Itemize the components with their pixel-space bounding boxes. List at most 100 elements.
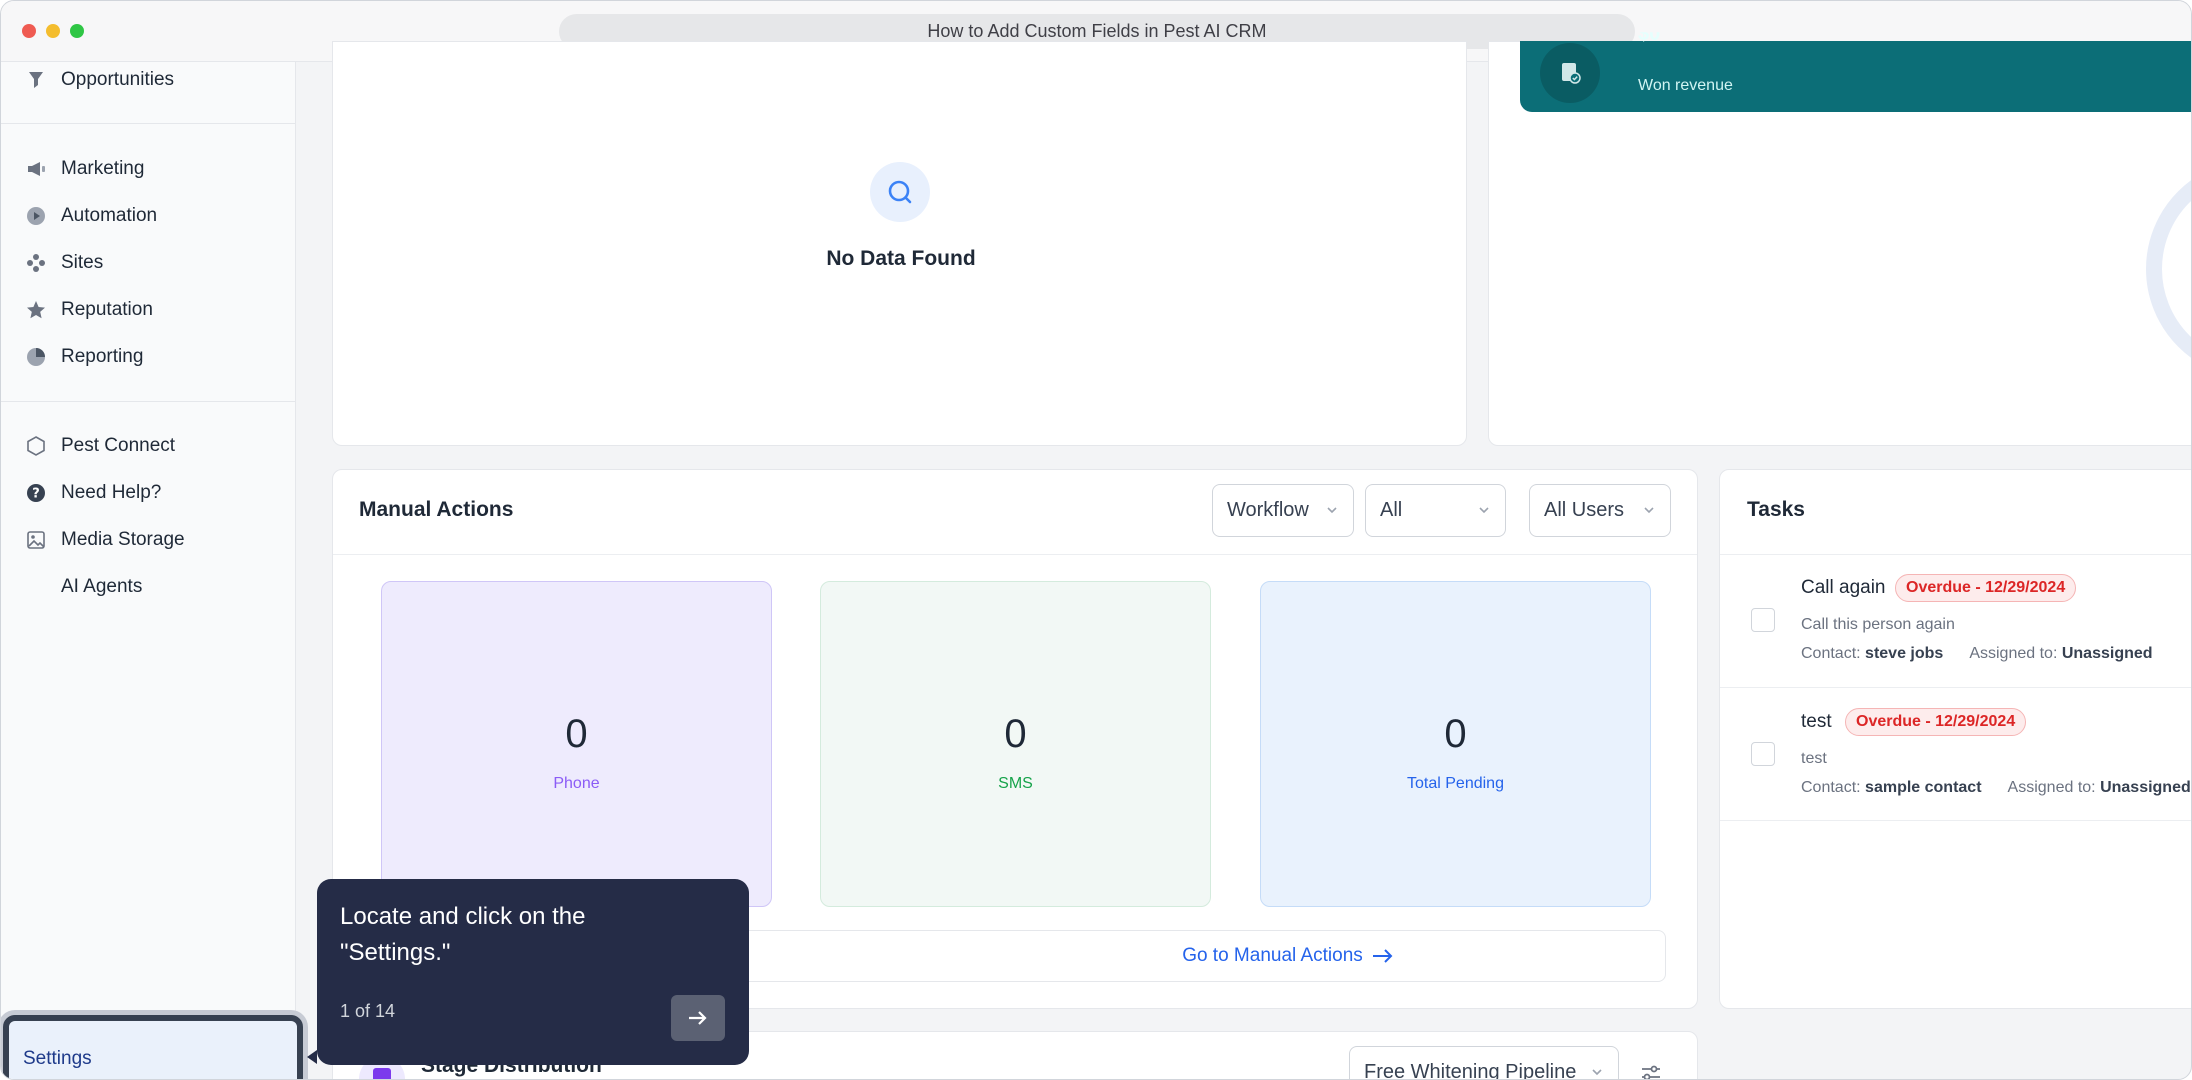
header-divider: [1720, 554, 2191, 555]
sidebar-divider: [1, 401, 296, 402]
phone-stat-label: Phone: [553, 775, 600, 792]
task-meta: Contact: sample contact Assigned to: Una…: [1801, 779, 2191, 797]
minimize-window-button[interactable]: [46, 24, 60, 38]
sidebar-item-label: Reputation: [61, 299, 153, 320]
won-revenue-label: Won revenue: [1638, 77, 1733, 94]
tooltip-text: Locate and click on the "Settings.": [340, 903, 586, 966]
sidebar-item-pest-connect[interactable]: Pest Connect: [25, 429, 175, 463]
assigned-name: Unassigned: [2100, 779, 2191, 796]
sidebar-item-media-storage[interactable]: Media Storage: [25, 523, 185, 557]
workflow-dropdown[interactable]: Workflow: [1212, 484, 1354, 537]
search-icon: [870, 162, 930, 222]
tasks-title: Tasks: [1747, 498, 1805, 521]
header-divider: [333, 554, 1697, 555]
task-description: test: [1801, 750, 1827, 767]
sidebar-item-sites[interactable]: Sites: [25, 246, 103, 280]
phone-stat-card[interactable]: 0 Phone: [381, 581, 772, 907]
sidebar-item-ai-agents[interactable]: AI Agents: [25, 570, 142, 604]
users-dropdown[interactable]: All Users: [1529, 484, 1671, 537]
sidebar-divider: [1, 123, 296, 124]
tooltip-step-counter: 1 of 14: [340, 1001, 396, 1021]
sidebar-item-marketing[interactable]: Marketing: [25, 152, 144, 186]
close-window-button[interactable]: [22, 24, 36, 38]
task-divider: [1720, 820, 2191, 821]
sidebar-item-label: Opportunities: [61, 69, 175, 90]
task-meta: Contact: steve jobs Assigned to: Unassig…: [1801, 645, 2153, 663]
star-icon: [25, 299, 47, 321]
funnel-icon: [25, 69, 47, 91]
overdue-badge: Overdue - 12/29/2024: [1845, 708, 2027, 736]
help-icon: ?: [25, 482, 47, 504]
ai-agents-icon: [25, 576, 47, 598]
sites-icon: [25, 252, 47, 274]
contact-name: sample contact: [1865, 779, 1982, 796]
revenue-icon: [1540, 43, 1600, 103]
overdue-badge: Overdue - 12/29/2024: [1895, 574, 2077, 602]
svg-text:?: ?: [32, 487, 40, 502]
total-pending-stat-value: 0: [1444, 712, 1467, 756]
manual-actions-title: Manual Actions: [359, 498, 514, 521]
arrow-right-icon: [1372, 949, 1393, 963]
sidebar-item-reputation[interactable]: Reputation: [25, 293, 153, 327]
sidebar-item-reporting[interactable]: Reporting: [25, 340, 143, 374]
won-revenue-banner: [1520, 41, 2191, 112]
sidebar-item-label: Pest Connect: [61, 435, 176, 456]
empty-data-card: [332, 41, 1467, 446]
sidebar-item-label: Sites: [61, 252, 104, 273]
automation-icon: [25, 205, 47, 227]
contact-label: Contact:: [1801, 779, 1861, 796]
assigned-label: Assigned to:: [1969, 645, 2058, 662]
app-window: How to Add Custom Fields in Pest AI CRM …: [0, 0, 2192, 1080]
total-pending-stat-label: Total Pending: [1407, 775, 1504, 792]
sidebar-item-label: Media Storage: [61, 529, 185, 550]
hexagon-icon: [25, 435, 47, 457]
task-checkbox[interactable]: [1751, 742, 1775, 766]
task-title: test: [1801, 711, 1832, 732]
dropdown-value: All Users: [1544, 499, 1625, 521]
next-step-button[interactable]: [671, 995, 725, 1041]
contact-label: Contact:: [1801, 645, 1861, 662]
sidebar-item-label: AI Agents: [61, 576, 143, 597]
contact-name: steve jobs: [1865, 645, 1944, 662]
chevron-down-icon: [1479, 507, 1489, 514]
maximize-window-button[interactable]: [70, 24, 84, 38]
guide-tooltip: Locate and click on the "Settings." 1 of…: [317, 879, 749, 1065]
task-divider: [1720, 687, 2191, 688]
pipeline-dropdown[interactable]: Free Whitening Pipeline: [1349, 1046, 1619, 1080]
tasks-card: [1719, 469, 2191, 1009]
sidebar-item-need-help[interactable]: ? Need Help?: [25, 476, 161, 510]
sms-stat-value: 0: [1004, 712, 1027, 756]
sidebar-item-label: Need Help?: [61, 482, 162, 503]
sidebar-item-label: Reporting: [61, 346, 144, 367]
phone-stat-value: 0: [565, 712, 588, 756]
sms-stat-label: SMS: [998, 775, 1033, 792]
dropdown-value: All: [1380, 499, 1403, 521]
go-to-manual-actions-button[interactable]: Go to Manual Actions: [701, 930, 1666, 982]
sms-stat-card[interactable]: 0 SMS: [820, 581, 1211, 907]
pie-chart-icon: [25, 346, 47, 368]
dropdown-value: Workflow: [1227, 499, 1309, 521]
assigned-label: Assigned to:: [2007, 779, 2096, 796]
sidebar-item-settings-label: Settings: [23, 1048, 92, 1069]
sidebar-item-opportunities[interactable]: Opportunities: [25, 63, 174, 97]
megaphone-icon: [25, 158, 47, 180]
task-title: Call again: [1801, 577, 1886, 598]
go-to-manual-actions-label: Go to Manual Actions: [1182, 945, 1363, 966]
chevron-down-icon: [1644, 507, 1654, 514]
total-pending-stat-card[interactable]: 0 Total Pending: [1260, 581, 1651, 907]
task-checkbox[interactable]: [1751, 608, 1775, 632]
sidebar-item-automation[interactable]: Automation: [25, 199, 157, 233]
chevron-down-icon: [1327, 507, 1337, 514]
assigned-name: Unassigned: [2061, 645, 2153, 662]
dropdown-value: Free Whitening Pipeline: [1364, 1061, 1577, 1080]
sidebar-item-label: Automation: [61, 205, 158, 226]
sidebar-item-label: Marketing: [61, 158, 145, 179]
chevron-down-icon: [1592, 1069, 1602, 1076]
empty-state-text: No Data Found: [826, 247, 976, 270]
arrow-right-icon: [689, 1011, 707, 1025]
image-icon: [25, 529, 47, 551]
filter-settings-icon[interactable]: [1639, 1061, 1663, 1079]
task-description: Call this person again: [1801, 616, 1955, 633]
tooltip-pointer: [307, 1050, 317, 1064]
type-dropdown[interactable]: All: [1365, 484, 1506, 537]
